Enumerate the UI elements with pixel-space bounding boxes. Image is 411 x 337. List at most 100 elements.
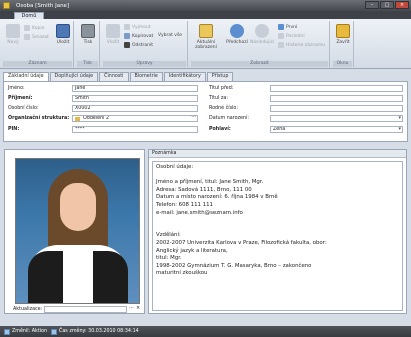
title-bar: Osoba [Smith Jane] – □ ×: [0, 0, 411, 11]
new-button[interactable]: Nový: [4, 24, 22, 45]
photo-update-row: Aktualizace: ··· ×: [13, 305, 141, 313]
org-structure-picker-button[interactable]: ···: [191, 116, 196, 120]
delete-record-button[interactable]: Smazat: [24, 34, 49, 40]
personal-number-label: Osobní číslo:: [8, 106, 39, 111]
note-line: e-mail: jane.smith@seznam.info: [156, 209, 243, 216]
paste-icon: [106, 24, 120, 38]
minimize-button[interactable]: –: [365, 1, 379, 9]
gender-label: Pohlaví:: [209, 127, 231, 132]
ribbon-group-label: Záznam: [3, 61, 72, 67]
ribbon-tab-strip: Domů: [0, 11, 411, 19]
photo-panel: Aktualizace: ··· ×: [4, 149, 145, 314]
note-line: Anglický jazyk a literatura,: [156, 247, 228, 254]
previous-button[interactable]: Předchozí: [226, 24, 248, 45]
ribbon-group-view: Aktuální zobrazení Předchozí Následující…: [190, 21, 330, 67]
content-tabs: Základní údaje Doplňující údaje Činnosti…: [3, 72, 234, 81]
save-icon: [56, 24, 70, 38]
ribbon-group-edit: Vložit Vyjmout Kopírovat Odstranit Vybra…: [102, 21, 188, 67]
person-photo[interactable]: [15, 158, 140, 304]
personal-number-field[interactable]: X0002: [72, 105, 198, 112]
ribbon-group-label: Zobrazit: [191, 61, 328, 67]
cut-button[interactable]: Vyjmout: [124, 24, 151, 30]
ribbon-tab-home[interactable]: Domů: [14, 12, 44, 19]
copy-icon: [24, 25, 30, 31]
note-line: Vzdělání:: [156, 232, 181, 239]
remove-button[interactable]: Odstranit: [124, 42, 153, 48]
select-all-button[interactable]: Vybrat vše: [158, 33, 182, 38]
birth-date-label: Datum narození:: [209, 116, 249, 121]
printer-icon: [81, 24, 95, 38]
history-icon: [278, 42, 284, 48]
tab-basic-info[interactable]: Základní údaje: [3, 72, 49, 81]
current-view-button[interactable]: Aktuální zobrazení: [194, 24, 218, 50]
scissors-icon: [124, 24, 130, 30]
ribbon-group-window: Zavřít Okno: [332, 21, 354, 67]
note-line: Telefon: 608 111 111: [156, 201, 213, 208]
org-structure-field[interactable]: Oddělení 2 ···: [72, 115, 198, 122]
change-time: Čas změny: 30.03.2010 08:34:14: [51, 328, 139, 335]
photo-update-field[interactable]: [44, 306, 127, 313]
copy-icon: [124, 33, 130, 39]
note-line: [156, 225, 399, 233]
tab-activities[interactable]: Činnosti: [99, 72, 129, 81]
new-icon: [6, 24, 20, 38]
tab-additional-info[interactable]: Doplňující údaje: [49, 72, 99, 81]
clock-icon: [51, 328, 58, 335]
ribbon-group-label: Úpravy: [103, 61, 186, 67]
title-after-label: Titul za:: [209, 96, 228, 101]
note-panel: Poznámka Osobní údaje: Jméno a příjmení,…: [148, 149, 407, 314]
ribbon: Nový Kopie Smazat Uložit Záznam Tisk Tis…: [0, 19, 411, 69]
view-icon: [199, 24, 213, 38]
print-button[interactable]: Tisk: [79, 24, 97, 45]
copy-record-button[interactable]: Kopie: [24, 25, 44, 31]
record-history-button[interactable]: Historie záznamu: [278, 42, 325, 48]
birth-date-field[interactable]: [270, 115, 403, 122]
close-record-button[interactable]: Zavřít: [334, 24, 352, 45]
tab-access[interactable]: Přístup: [206, 72, 234, 81]
copy-button[interactable]: Kopírovat: [124, 33, 153, 39]
ribbon-group-record: Nový Kopie Smazat Uložit Záznam: [2, 21, 74, 67]
maximize-button[interactable]: □: [380, 1, 394, 9]
note-header: Poznámka: [149, 150, 406, 158]
title-before-field[interactable]: [270, 85, 403, 92]
note-textarea[interactable]: Osobní údaje: Jméno a příjmení, titul: J…: [152, 161, 403, 311]
first-name-label: Jméno:: [8, 86, 25, 91]
first-icon: [278, 24, 284, 30]
pin-field[interactable]: ****: [72, 126, 198, 133]
photo-clear-button[interactable]: ×: [136, 305, 140, 311]
next-button[interactable]: Následující: [250, 24, 274, 45]
save-button[interactable]: Uložit: [54, 24, 72, 45]
birth-number-field[interactable]: [270, 105, 403, 112]
close-window-button[interactable]: ×: [395, 1, 409, 9]
birth-number-label: Rodné číslo:: [209, 106, 238, 111]
org-structure-label: Organizační struktura:: [8, 116, 70, 121]
x-icon: [124, 42, 130, 48]
basic-info-form: Jméno: Jane Příjmení: Smith Osobní číslo…: [3, 81, 408, 142]
title-after-field[interactable]: [270, 95, 403, 102]
last-button[interactable]: Poslední: [278, 33, 305, 39]
tab-identifiers[interactable]: Identifikátory: [163, 72, 206, 81]
last-icon: [278, 33, 284, 39]
photo-update-label: Aktualizace:: [13, 307, 43, 312]
folder-icon: [75, 117, 80, 121]
user-icon: [4, 328, 10, 335]
note-line: titul: Mgr.: [156, 255, 182, 262]
note-line: maturitní zkouškou: [156, 270, 208, 277]
paste-button[interactable]: Vložit: [104, 24, 122, 45]
note-line: Jméno a příjmení, titul: Jane Smith, Mgr…: [156, 179, 264, 186]
tab-biometrics[interactable]: Biometrie: [129, 72, 163, 81]
arrow-right-icon: [255, 24, 269, 38]
photo-browse-button[interactable]: ···: [129, 305, 134, 311]
exit-icon: [336, 24, 350, 38]
last-name-label: Příjmení:: [8, 96, 33, 101]
title-before-label: Titul před:: [209, 86, 234, 91]
note-line: 2002-2007 Univerzita Karlova v Praze, Fi…: [156, 239, 327, 246]
note-line: Datum a místo narození: 6. října 1984 v …: [156, 194, 278, 201]
changed-by: Změnil: Aktion: [4, 328, 47, 335]
gender-select[interactable]: Žena: [270, 126, 403, 133]
last-name-field[interactable]: Smith: [72, 95, 198, 102]
first-button[interactable]: První: [278, 24, 297, 30]
window-title: Osoba [Smith Jane]: [16, 2, 70, 9]
first-name-field[interactable]: Jane: [72, 85, 198, 92]
status-bar: Změnil: Aktion Čas změny: 30.03.2010 08:…: [0, 326, 411, 337]
